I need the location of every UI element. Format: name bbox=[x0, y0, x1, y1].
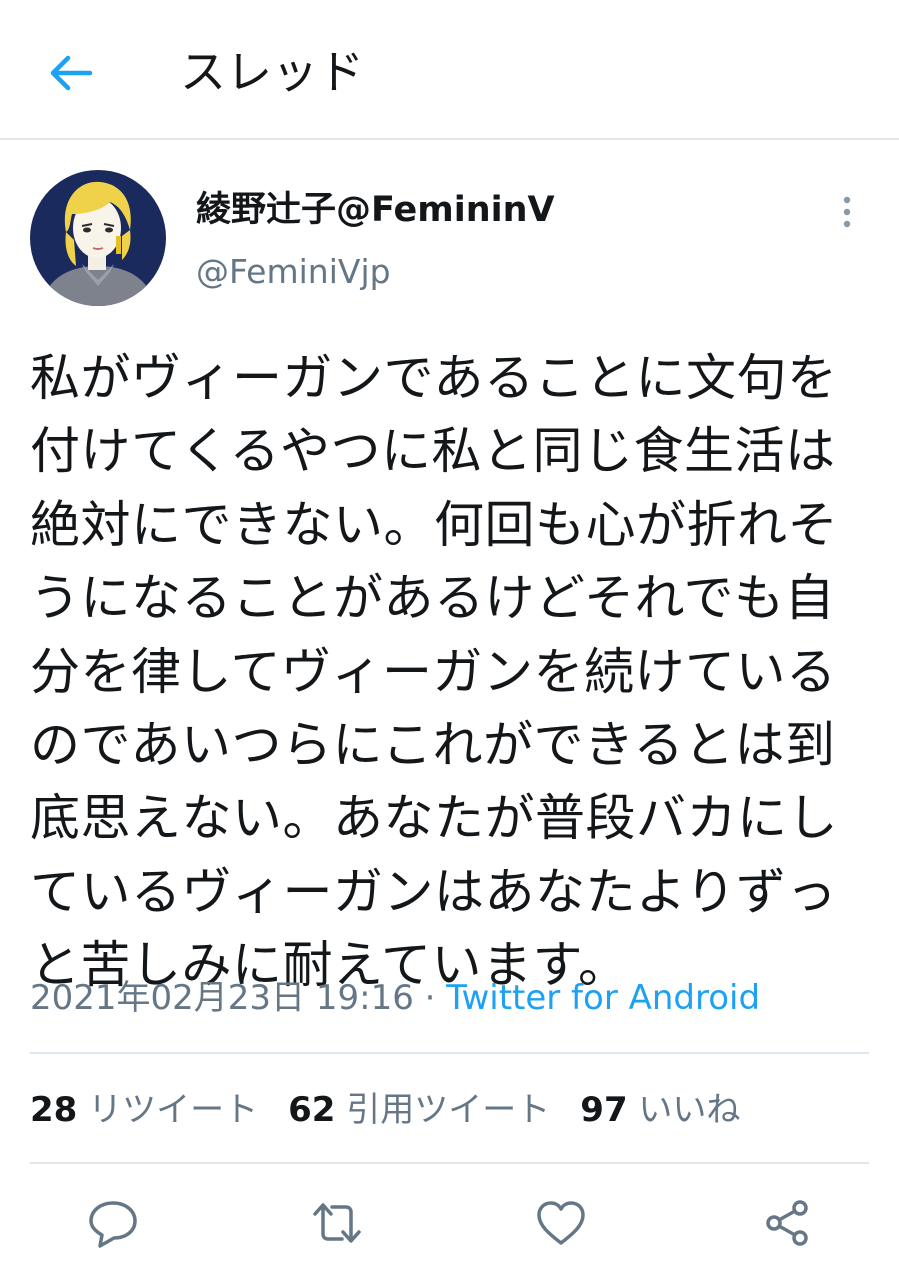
back-arrow-icon[interactable] bbox=[46, 48, 96, 98]
like-icon[interactable] bbox=[534, 1196, 588, 1250]
like-count: 97 bbox=[580, 1090, 628, 1130]
avatar-illustration bbox=[30, 170, 166, 306]
engagement-stats: 28 リツイート 62 引用ツイート 97 いいね bbox=[30, 1088, 740, 1132]
display-name[interactable]: 綾野辻子@FemininV bbox=[196, 188, 555, 232]
like-label: いいね bbox=[638, 1090, 741, 1130]
tweet-text: 私がヴィーガンであることに文句を 付けてくるやつに私と同じ食生活は 絶対にできな… bbox=[30, 349, 838, 995]
source-link[interactable]: Twitter for Android bbox=[446, 978, 760, 1018]
quote-label: 引用ツイート bbox=[346, 1090, 551, 1130]
user-handle[interactable]: @FeminiVjp bbox=[196, 252, 391, 292]
quote-count: 62 bbox=[288, 1090, 336, 1130]
quotes-stat[interactable]: 62 引用ツイート bbox=[288, 1090, 550, 1130]
retweet-label: リツイート bbox=[88, 1090, 259, 1130]
avatar[interactable] bbox=[30, 170, 166, 306]
divider bbox=[30, 1052, 869, 1054]
divider bbox=[30, 1162, 869, 1164]
tweet-meta: 2021年02月23日 19:16 · Twitter for Android bbox=[30, 976, 760, 1020]
more-options-icon[interactable] bbox=[832, 190, 862, 234]
retweet-icon[interactable] bbox=[310, 1196, 364, 1250]
reply-icon[interactable] bbox=[86, 1196, 140, 1250]
share-icon[interactable] bbox=[760, 1196, 814, 1250]
retweets-stat[interactable]: 28 リツイート bbox=[30, 1090, 258, 1130]
meta-separator: · bbox=[413, 978, 447, 1018]
tweet-timestamp: 2021年02月23日 19:16 bbox=[30, 978, 414, 1018]
page-title: スレッド bbox=[180, 45, 364, 99]
likes-stat[interactable]: 97 いいね bbox=[580, 1090, 740, 1130]
top-bar: スレッド bbox=[0, 0, 899, 140]
retweet-count: 28 bbox=[30, 1090, 78, 1130]
